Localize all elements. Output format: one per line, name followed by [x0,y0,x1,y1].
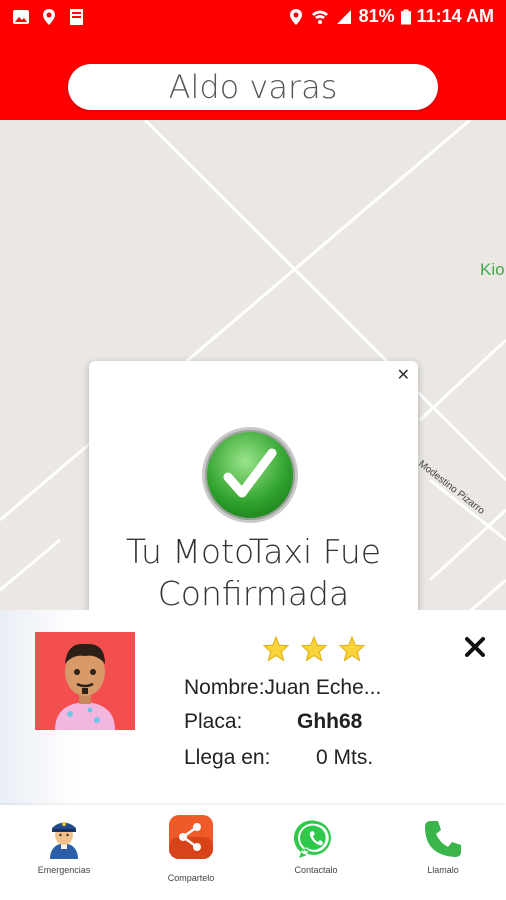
star-icon [263,636,289,662]
call-label: Llamalo [427,865,459,875]
clock: 11:14 AM [416,6,494,26]
share-label: Compartelo [167,873,215,883]
star-icon [301,636,327,662]
plate-value: Ghh68 [297,710,363,733]
wifi-icon [311,10,328,24]
driver-rating [263,636,365,662]
confirmation-line-1: Tu MotoTaxi Fue [125,532,382,571]
eta-label: Llega en: [184,746,271,769]
close-icon[interactable]: ✕ [397,365,410,385]
document-icon [70,9,83,25]
confirmation-message: Tu MotoTaxi Fue Confirmada [89,531,418,615]
star-icon [339,636,365,662]
status-bar: 81% 11:14 AM [0,0,506,36]
status-right: 81% 11:14 AM [287,6,494,27]
battery-percent: 81% [358,6,395,26]
driver-name-value: Juan Eche... [264,676,382,699]
plate-label: Placa: [184,710,243,733]
bottom-nav: Emergencias Compartelo Contactalo Llamal… [0,805,506,900]
image-icon [13,10,29,24]
emergency-button[interactable]: Emergencias [14,815,114,875]
driver-name-row: Nombre:Juan Eche... [184,676,381,700]
eta-value: 0 Mts. [316,746,374,769]
emergency-label: Emergencias [37,865,91,875]
signal-icon [336,9,351,24]
location-pin-icon [289,8,302,25]
driver-avatar [35,632,135,730]
call-button[interactable]: Llamalo [393,817,493,875]
confirmation-dialog: ✕ Tu MotoTaxi Fue Confirmada [89,361,418,621]
share-icon [169,815,213,859]
battery-icon [400,9,411,24]
driver-panel: Nombre:Juan Eche... Placa: Ghh68 Llega e… [0,610,506,805]
driver-name-label: Nombre: [184,676,265,699]
confirmation-line-2: Confirmada [157,574,350,613]
police-officer-icon [50,822,78,859]
close-panel-icon[interactable] [464,636,486,658]
status-left-icons [12,8,86,26]
map-place-label: Kio [480,260,505,279]
whatsapp-icon [294,820,331,858]
app-header: 81% 11:14 AM Aldo varas [0,0,506,120]
whatsapp-label: Contactalo [294,865,338,875]
whatsapp-button[interactable]: Contactalo [266,817,366,875]
location-pin-icon [43,9,55,25]
phone-icon [425,821,461,857]
checkmark-icon [202,427,298,523]
search-input[interactable]: Aldo varas [68,64,438,110]
share-button[interactable]: Compartelo [141,815,241,883]
